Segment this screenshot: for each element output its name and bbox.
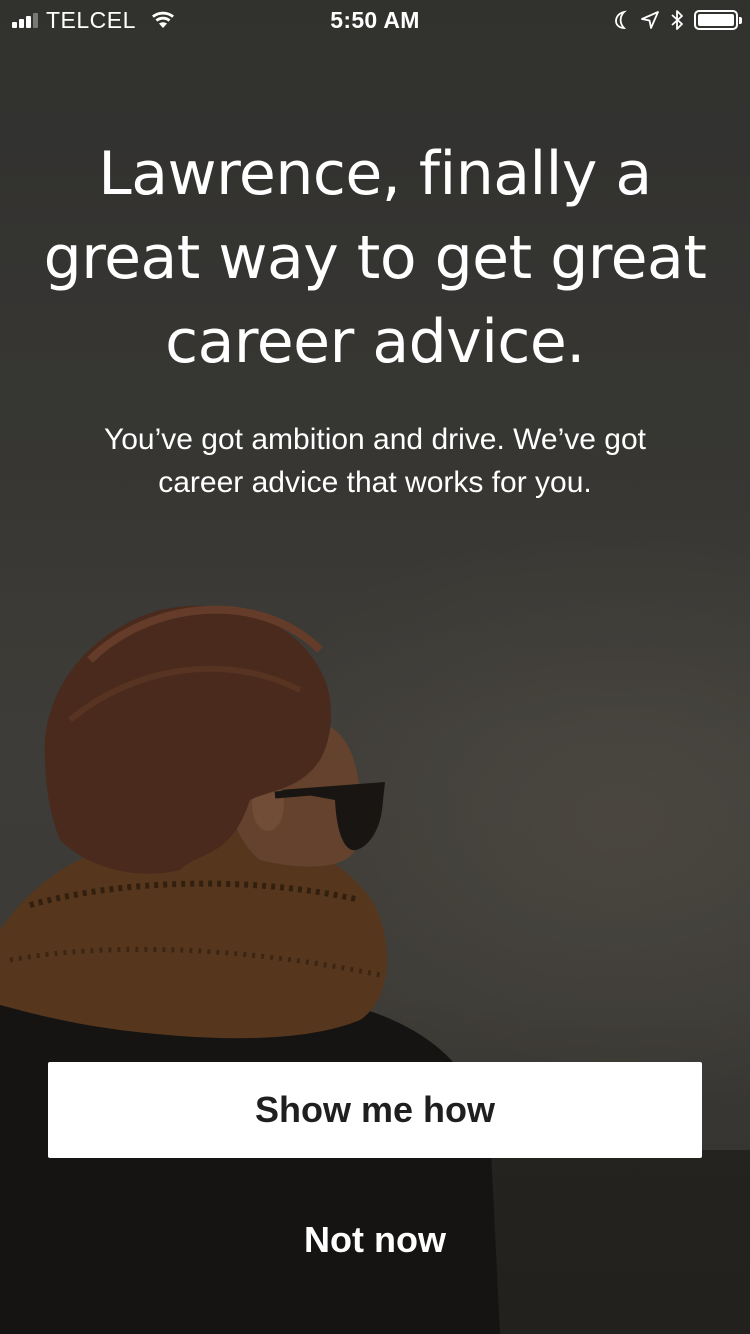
show-me-how-button[interactable]: Show me how — [48, 1062, 702, 1158]
onboarding-screen: TELCEL 5:50 AM Lawrence, finally a great… — [0, 0, 750, 1334]
bluetooth-icon — [671, 10, 683, 30]
not-now-button[interactable]: Not now — [225, 1208, 525, 1272]
battery-level-fill — [698, 14, 734, 26]
battery-icon — [694, 10, 742, 30]
status-bar: TELCEL 5:50 AM — [0, 0, 750, 40]
location-arrow-icon — [641, 11, 659, 29]
onboarding-subcopy: You’ve got ambition and drive. We’ve got… — [103, 423, 646, 499]
status-bar-right — [612, 7, 742, 33]
moon-icon — [615, 10, 627, 29]
onboarding-headline: Lawrence, finally a great way to get gre… — [43, 139, 707, 377]
